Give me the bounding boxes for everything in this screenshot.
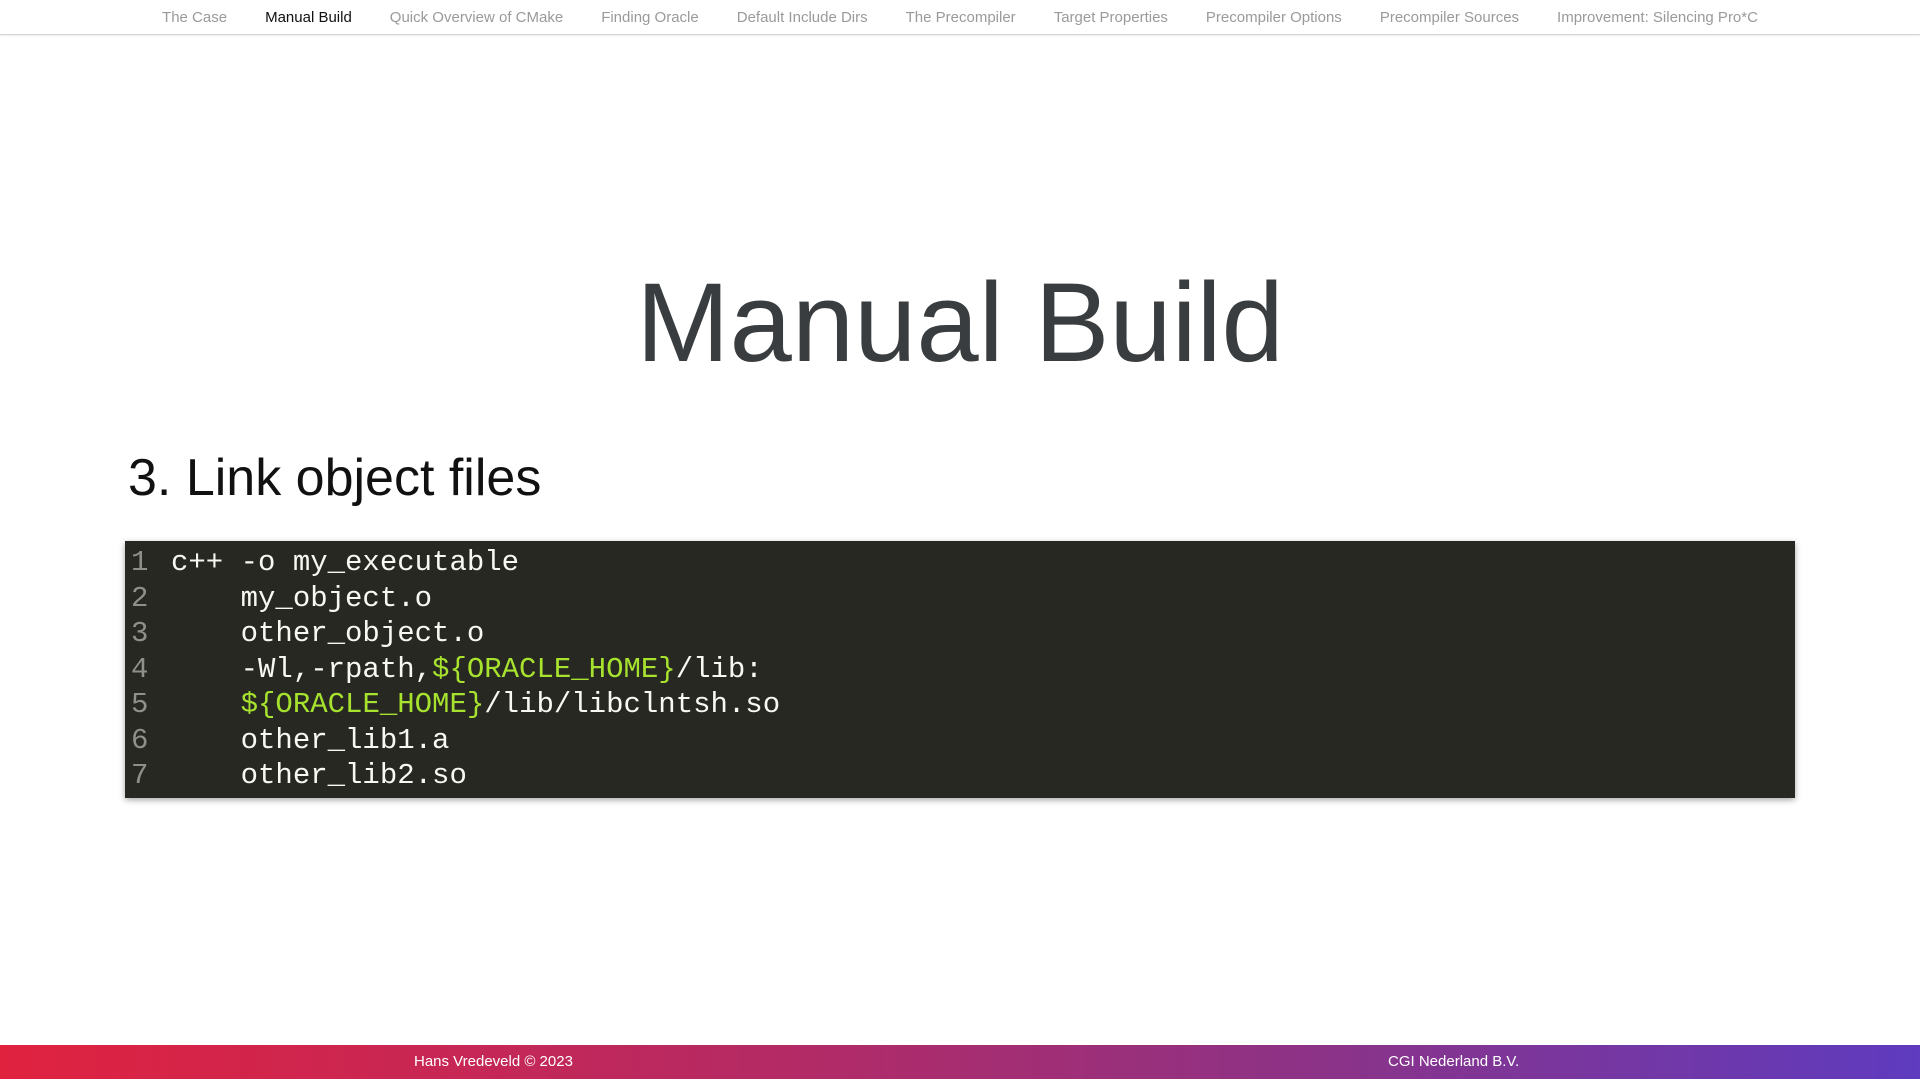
step-heading: 3. Link object files [128, 449, 542, 507]
code-segment: other_lib1.a [171, 723, 450, 757]
line-number: 4 [131, 652, 149, 686]
code-segment: c++ -o my_executable [171, 546, 520, 579]
line-number: 6 [131, 723, 149, 757]
nav-item-quick-overview-of-cmake[interactable]: Quick Overview of CMake [390, 9, 563, 26]
nav-item-precompiler-options[interactable]: Precompiler Options [1206, 9, 1342, 26]
footer-author: Hans Vredeveld © 2023 [414, 1053, 573, 1070]
line-number: 2 [131, 581, 149, 615]
nav-item-manual-build[interactable]: Manual Build [265, 9, 352, 26]
code-segment: /lib/libclntsh.so [484, 688, 781, 721]
code-line: 5 ${ORACLE_HOME}/lib/libclntsh.so [125, 687, 1795, 723]
nav-item-the-case[interactable]: The Case [162, 9, 227, 26]
nav-item-precompiler-sources[interactable]: Precompiler Sources [1380, 9, 1519, 26]
footer-bar: Hans Vredeveld © 2023 CGI Nederland B.V. [0, 1045, 1920, 1079]
line-number: 5 [131, 688, 149, 721]
slide-navigation: The Case Manual Build Quick Overview of … [0, 0, 1920, 35]
nav-item-finding-oracle[interactable]: Finding Oracle [601, 9, 699, 26]
code-segment: /lib: [675, 652, 763, 686]
slide-title: Manual Build [636, 260, 1284, 385]
code-text: ${ORACLE_HOME}/lib/libclntsh.so [171, 687, 781, 723]
code-line: 3 other_object.o [125, 616, 1795, 652]
line-number: 1 [131, 546, 149, 579]
code-block: 1 c++ -o my_executable 2 my_object.o 3 o… [125, 541, 1795, 798]
code-text: other_lib1.a [171, 723, 450, 759]
code-variable: ${ORACLE_HOME} [240, 688, 485, 721]
code-segment: my_object.o [171, 581, 433, 615]
code-segment: -Wl,-rpath, [171, 652, 433, 686]
nav-item-default-include-dirs[interactable]: Default Include Dirs [737, 9, 868, 26]
nav-item-improvement-silencing-proc[interactable]: Improvement: Silencing Pro*C [1557, 9, 1758, 26]
code-segment: other_lib2.so [171, 759, 467, 792]
code-text: other_lib2.so [171, 758, 467, 794]
code-line: 7 other_lib2.so [125, 758, 1795, 794]
nav-item-target-properties[interactable]: Target Properties [1054, 9, 1168, 26]
code-line: 1 c++ -o my_executable [125, 545, 1795, 581]
code-line: 4 -Wl,-rpath,${ORACLE_HOME}/lib: [125, 652, 1795, 688]
line-number: 3 [131, 617, 149, 650]
code-line: 6 other_lib1.a [125, 723, 1795, 759]
code-text: -Wl,-rpath,${ORACLE_HOME}/lib: [171, 652, 763, 688]
code-text: other_object.o [171, 616, 485, 652]
code-segment: other_object.o [171, 617, 485, 650]
code-text: my_object.o [171, 581, 432, 617]
nav-item-the-precompiler[interactable]: The Precompiler [906, 9, 1016, 26]
code-line: 2 my_object.o [125, 581, 1795, 617]
code-text: c++ -o my_executable [171, 545, 519, 581]
line-number: 7 [131, 759, 149, 792]
code-variable: ${ORACLE_HOME} [432, 652, 676, 686]
footer-company: CGI Nederland B.V. [1388, 1053, 1520, 1070]
